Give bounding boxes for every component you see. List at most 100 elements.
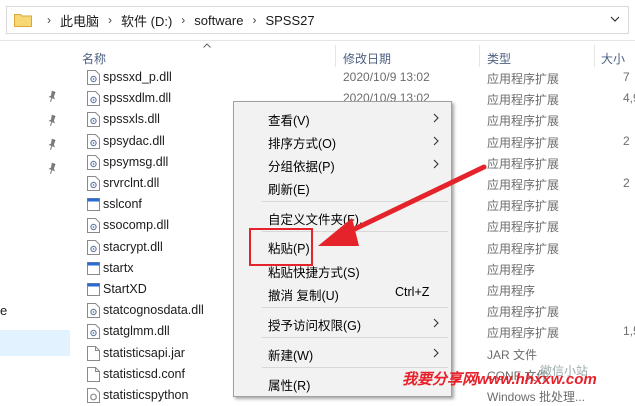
file-type: 应用程序扩展 — [487, 157, 560, 171]
column-divider[interactable] — [335, 45, 336, 67]
file-icon — [87, 367, 100, 382]
dll-icon — [87, 91, 100, 106]
file-type: 应用程序扩展 — [487, 199, 560, 213]
chevron-right-icon — [433, 318, 439, 328]
file-type: 应用程序 — [487, 284, 536, 298]
menu-item-give-access[interactable]: 授予访问权限(G) — [234, 312, 451, 334]
dll-icon — [87, 70, 100, 85]
breadcrumb-item-software[interactable]: software — [191, 13, 246, 28]
dll-icon — [87, 176, 100, 191]
breadcrumb-item-drive-d[interactable]: 软件 (D:) — [118, 11, 175, 30]
chevron-right-icon[interactable]: › — [246, 13, 262, 27]
nav-item-label[interactable]: e — [0, 303, 7, 318]
menu-item-label: 刷新(E) — [268, 183, 310, 197]
chevron-right-icon[interactable]: › — [41, 13, 57, 27]
menu-item-label: 撤消 复制(U) — [268, 289, 339, 303]
nav-item-selected[interactable] — [0, 330, 70, 356]
pin-icon[interactable] — [47, 90, 57, 102]
dll-icon — [87, 240, 100, 255]
dll-icon — [87, 218, 100, 233]
breadcrumb: › 此电脑 › 软件 (D:) › software › SPSS27 — [41, 7, 318, 33]
file-size: 7 — [623, 70, 630, 84]
menu-item-customize-folder[interactable]: 自定义文件夹(F)... — [234, 206, 451, 228]
file-name: sslconf — [103, 197, 142, 211]
chevron-right-icon — [433, 113, 439, 123]
file-type: 应用程序 — [487, 263, 536, 277]
chevron-right-icon[interactable]: › — [175, 13, 191, 27]
file-name: statcognosdata.dll — [103, 303, 204, 317]
file-name: StartXD — [103, 282, 147, 296]
menu-item-shortcut: Ctrl+Z — [395, 285, 430, 299]
file-name: spsydac.dll — [103, 134, 165, 148]
file-type: JAR 文件 — [487, 348, 538, 362]
address-box[interactable]: › 此电脑 › 软件 (D:) › software › SPSS27 — [6, 6, 629, 34]
menu-item-label: 自定义文件夹(F)... — [268, 213, 370, 227]
column-size[interactable]: 大小 — [601, 50, 625, 67]
menu-separator — [262, 201, 448, 202]
menu-item-label: 排序方式(O) — [268, 137, 337, 151]
file-name: statisticsd.conf — [103, 367, 185, 381]
file-name: spssxd_p.dll — [103, 70, 172, 84]
breadcrumb-item-spss27[interactable]: SPSS27 — [262, 13, 317, 28]
column-date[interactable]: 修改日期 — [343, 50, 391, 67]
file-date: 2020/10/9 13:02 — [343, 70, 430, 84]
folder-icon — [14, 14, 32, 27]
dll-icon — [87, 324, 100, 339]
file-type: 应用程序扩展 — [487, 93, 560, 107]
dll-icon — [87, 112, 100, 127]
breadcrumb-item-this-pc[interactable]: 此电脑 — [57, 11, 102, 30]
file-name: stacrypt.dll — [103, 240, 163, 254]
file-name: statisticsapi.jar — [103, 346, 185, 360]
pin-icon[interactable] — [47, 162, 57, 174]
file-type: 应用程序扩展 — [487, 242, 560, 256]
chevron-down-icon[interactable] — [610, 14, 620, 24]
file-type: 应用程序扩展 — [487, 178, 560, 192]
menu-item-new[interactable]: 新建(W) — [234, 342, 451, 364]
navigation-pane: e — [0, 41, 70, 401]
watermark: 我要分享网www.hhxxw.com — [402, 371, 597, 388]
file-size: 2 — [623, 176, 630, 190]
pin-icon[interactable] — [47, 138, 57, 150]
address-bar: › 此电脑 › 软件 (D:) › software › SPSS27 — [0, 0, 635, 41]
file-row[interactable]: spssxd_p.dll 2020/10/9 13:02 应用程序扩展 7 — [70, 67, 635, 88]
menu-item-group-by[interactable]: 分组依据(P) — [234, 153, 451, 175]
file-name: startx — [103, 261, 134, 275]
column-header: 名称 修改日期 类型 大小 — [70, 41, 635, 68]
file-type: 应用程序扩展 — [487, 326, 560, 340]
file-type: Windows 批处理... — [487, 390, 586, 404]
menu-item-sort-by[interactable]: 排序方式(O) — [234, 130, 451, 152]
menu-separator — [262, 337, 448, 338]
dll-icon — [87, 303, 100, 318]
column-divider[interactable] — [594, 45, 595, 67]
file-type: 应用程序扩展 — [487, 220, 560, 234]
menu-item-refresh[interactable]: 刷新(E) — [234, 176, 451, 198]
file-name: srvrclnt.dll — [103, 176, 160, 190]
sort-up-icon — [203, 43, 211, 48]
dll-icon — [87, 155, 100, 170]
dll-icon — [87, 134, 100, 149]
chevron-right-icon — [433, 159, 439, 169]
file-type: 应用程序扩展 — [487, 72, 560, 86]
pin-icon[interactable] — [47, 114, 57, 126]
column-type[interactable]: 类型 — [487, 50, 511, 67]
file-name: statglmm.dll — [103, 324, 170, 338]
menu-item-label: 查看(V) — [268, 114, 310, 128]
file-size: 1,5 — [623, 324, 635, 338]
file-type: 应用程序扩展 — [487, 114, 560, 128]
menu-item-label: 授予访问权限(G) — [268, 319, 362, 333]
menu-item-undo-copy[interactable]: 撤消 复制(U) Ctrl+Z — [234, 282, 451, 304]
menu-item-label: 分组依据(P) — [268, 160, 335, 174]
menu-separator — [262, 307, 448, 308]
file-name: spssxdlm.dll — [103, 91, 172, 105]
file-type: 应用程序扩展 — [487, 305, 560, 319]
file-size: 4,9 — [623, 91, 635, 105]
file-name: statisticspython — [103, 388, 189, 402]
exe-icon — [87, 282, 100, 297]
chevron-right-icon[interactable]: › — [102, 13, 118, 27]
menu-item-label: 新建(W) — [268, 349, 314, 363]
column-name[interactable]: 名称 — [82, 50, 106, 67]
file-type: 应用程序扩展 — [487, 136, 560, 150]
menu-item-label: 属性(R) — [268, 379, 311, 393]
column-divider[interactable] — [479, 45, 480, 67]
menu-item-view[interactable]: 查看(V) — [234, 107, 451, 129]
